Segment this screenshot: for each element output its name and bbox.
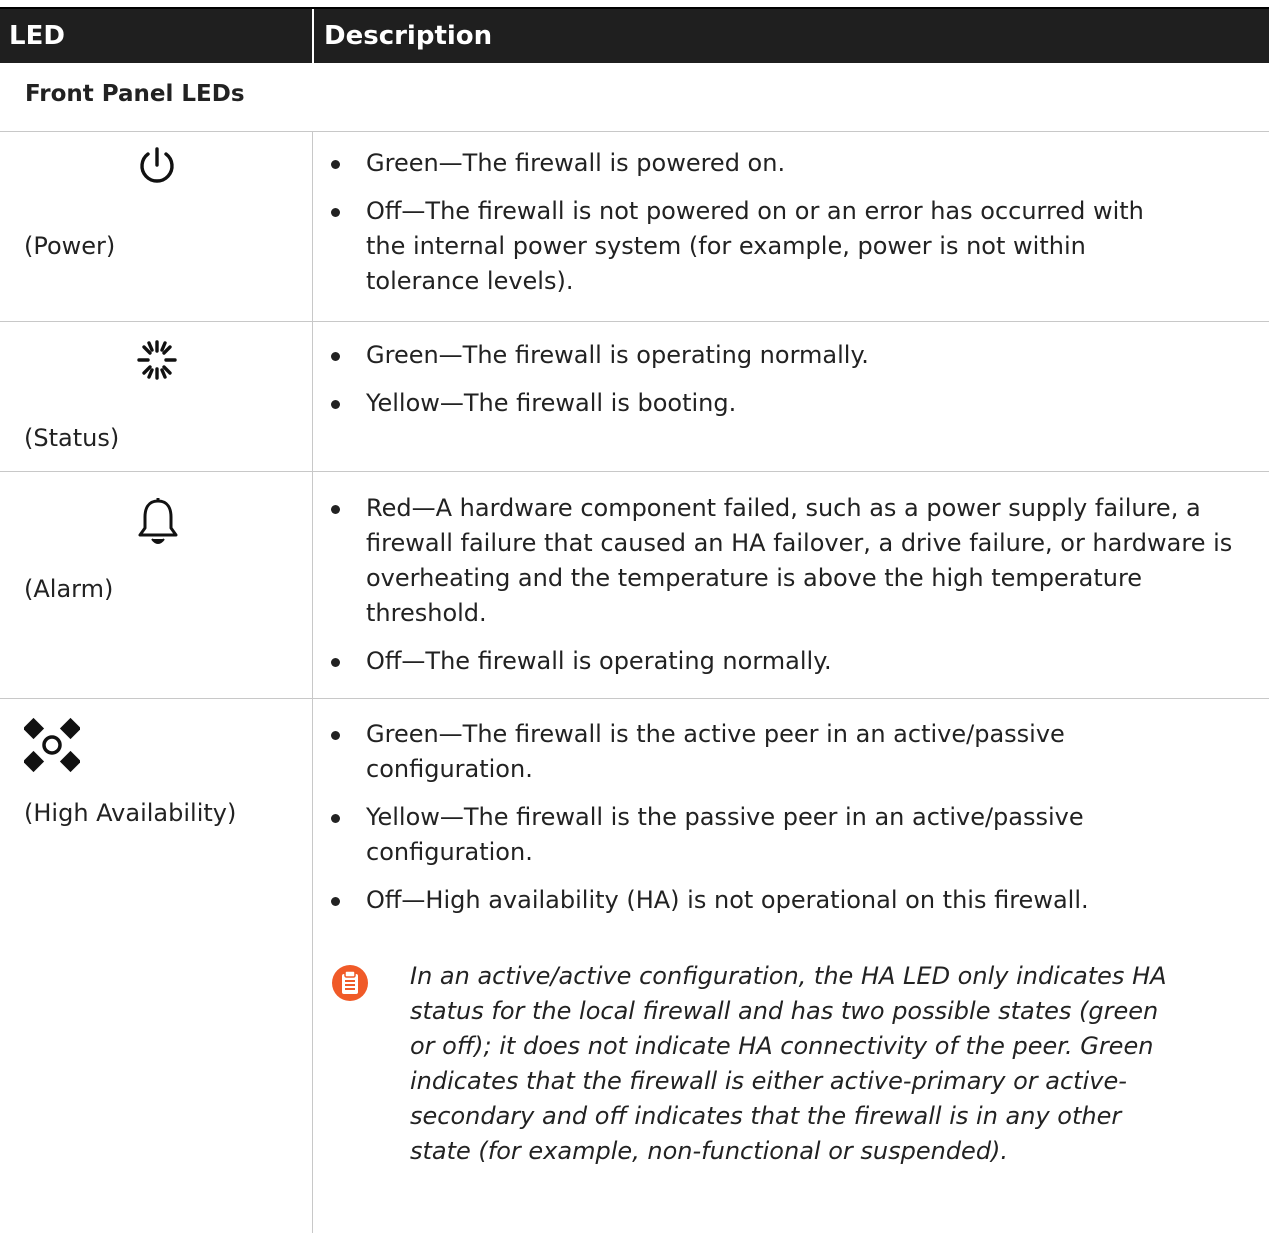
header-divider xyxy=(312,9,314,63)
list-item: Green—The firewall is operating normally… xyxy=(330,338,1230,373)
list-item: Red—A hardware component failed, such as… xyxy=(330,491,1246,631)
description-list: Green—The firewall is powered on. Off—Th… xyxy=(330,146,1230,312)
note-text: In an active/active configuration, the H… xyxy=(410,962,1167,1165)
table-header: LED Description xyxy=(0,7,1269,63)
list-item: Green—The firewall is powered on. xyxy=(330,146,1230,181)
power-icon xyxy=(129,146,185,190)
header-led: LED xyxy=(9,21,65,51)
list-item: Yellow—The firewall is booting. xyxy=(330,386,1230,421)
led-label: (Status) xyxy=(24,424,120,452)
list-item: Green—The firewall is the active peer in… xyxy=(330,717,1126,787)
row-divider xyxy=(0,321,1269,322)
description-list: Red—A hardware component failed, such as… xyxy=(330,491,1232,692)
led-label: (Power) xyxy=(24,232,116,260)
list-item: Yellow—The firewall is the passive peer … xyxy=(330,800,1166,870)
column-divider xyxy=(312,131,313,1233)
row-divider xyxy=(0,131,1269,132)
high-availability-icon xyxy=(22,716,82,778)
row-divider xyxy=(0,471,1269,472)
list-item: Off—The firewall is operating normally. xyxy=(330,644,1230,679)
row-divider xyxy=(0,698,1269,699)
description-list: Green—The firewall is operating normally… xyxy=(330,338,1230,434)
bell-icon xyxy=(137,497,179,555)
led-table: LED Description Front Panel LEDs (Power)… xyxy=(0,0,1269,1233)
led-label: (High Availability) xyxy=(24,799,237,827)
note-clipboard-icon xyxy=(330,963,370,1007)
status-spinner-icon xyxy=(135,338,179,386)
list-item: Off—High availability (HA) is not operat… xyxy=(330,883,1230,918)
section-title: Front Panel LEDs xyxy=(25,81,245,107)
list-item: Off—The firewall is not powered on or an… xyxy=(330,194,1186,299)
description-list: Green—The firewall is the active peer in… xyxy=(330,717,1230,931)
led-label: (Alarm) xyxy=(24,575,114,603)
header-description: Description xyxy=(324,21,493,51)
